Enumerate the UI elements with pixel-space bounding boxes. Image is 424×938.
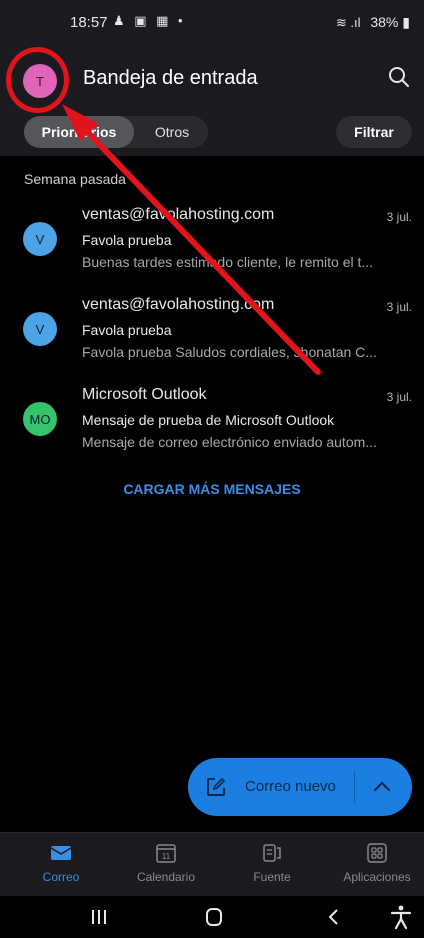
nav-item-fuente[interactable]: Fuente bbox=[232, 833, 312, 897]
new-mail-button[interactable]: Correo nuevo bbox=[188, 758, 412, 816]
battery-level: 38% bbox=[370, 14, 399, 30]
chevron-up-icon[interactable] bbox=[373, 780, 391, 792]
filter-button[interactable]: Filtrar bbox=[336, 116, 412, 148]
message-preview: Favola prueba Saludos cordiales, Jhonata… bbox=[82, 344, 377, 360]
message-subject: Favola prueba bbox=[82, 322, 172, 338]
status-right: ≋ .ıl 38% ▮ bbox=[336, 14, 410, 31]
nav-label: Fuente bbox=[253, 870, 291, 884]
tab-otros[interactable]: Otros bbox=[136, 116, 208, 148]
fab-divider bbox=[354, 771, 355, 803]
section-header: Semana pasada bbox=[24, 171, 126, 187]
tab-prioritarios[interactable]: Prioritarios bbox=[24, 116, 134, 148]
nav-label: Calendario bbox=[136, 870, 196, 884]
feed-icon bbox=[263, 844, 281, 862]
message-date: 3 jul. bbox=[386, 210, 412, 224]
battery-icon: ▮ bbox=[402, 14, 410, 30]
message-item[interactable]: MO Microsoft Outlook 3 jul. Mensaje de p… bbox=[0, 386, 424, 472]
sender-avatar: V bbox=[23, 222, 57, 256]
apps-icon bbox=[367, 843, 387, 863]
annotation-circle bbox=[6, 47, 69, 113]
recent-apps-icon[interactable] bbox=[84, 904, 114, 930]
message-item[interactable]: V ventas@favolahosting.com 3 jul. Favola… bbox=[0, 296, 424, 382]
calendar-day: 11 bbox=[162, 852, 171, 861]
system-navigation-bar bbox=[0, 896, 424, 938]
nav-item-aplicaciones[interactable]: Aplicaciones bbox=[334, 833, 420, 897]
app-header: T Bandeja de entrada Prioritarios Otros … bbox=[0, 44, 424, 156]
accessibility-icon[interactable] bbox=[386, 904, 416, 930]
load-more-link[interactable]: CARGAR MÁS MENSAJES bbox=[0, 481, 424, 497]
nav-item-correo[interactable]: Correo bbox=[20, 833, 102, 897]
nav-item-calendario[interactable]: 11 Calendario bbox=[124, 833, 208, 897]
compose-icon bbox=[207, 777, 226, 796]
nav-label: Correo bbox=[42, 870, 80, 884]
sender-avatar: MO bbox=[23, 402, 57, 436]
message-subject: Mensaje de prueba de Microsoft Outlook bbox=[82, 412, 335, 428]
status-bar: 18:57 ♟ ▣ ▦ • ≋ .ıl 38% ▮ bbox=[0, 0, 424, 44]
back-icon[interactable] bbox=[319, 904, 349, 930]
message-sender: Microsoft Outlook bbox=[82, 386, 207, 403]
inbox-tabs: Prioritarios Otros bbox=[24, 116, 208, 148]
message-date: 3 jul. bbox=[386, 390, 412, 404]
message-date: 3 jul. bbox=[386, 300, 412, 314]
status-time: 18:57 bbox=[70, 14, 108, 31]
message-sender: ventas@favolahosting.com bbox=[82, 206, 275, 223]
nav-label: Aplicaciones bbox=[343, 870, 411, 884]
calendar-icon: 11 bbox=[156, 844, 176, 863]
new-mail-label: Correo nuevo bbox=[245, 778, 336, 795]
home-icon[interactable] bbox=[199, 904, 229, 930]
signal-icon: ≋ .ıl bbox=[335, 15, 361, 30]
message-preview: Mensaje de correo electrónico enviado au… bbox=[82, 434, 377, 450]
bottom-navigation: Correo 11 Calendario Fuente Aplicaciones bbox=[0, 832, 424, 897]
sender-avatar: V bbox=[23, 312, 57, 346]
message-subject: Favola prueba bbox=[82, 232, 172, 248]
page-title: Bandeja de entrada bbox=[83, 67, 258, 89]
message-item[interactable]: V ventas@favolahosting.com 3 jul. Favola… bbox=[0, 206, 424, 292]
message-preview: Buenas tardes estimado cliente, le remit… bbox=[82, 254, 374, 270]
notification-icons: ♟ ▣ ▦ • bbox=[113, 13, 186, 28]
mail-icon bbox=[50, 846, 72, 860]
search-icon[interactable] bbox=[386, 64, 412, 90]
message-sender: ventas@favolahosting.com bbox=[82, 296, 275, 313]
